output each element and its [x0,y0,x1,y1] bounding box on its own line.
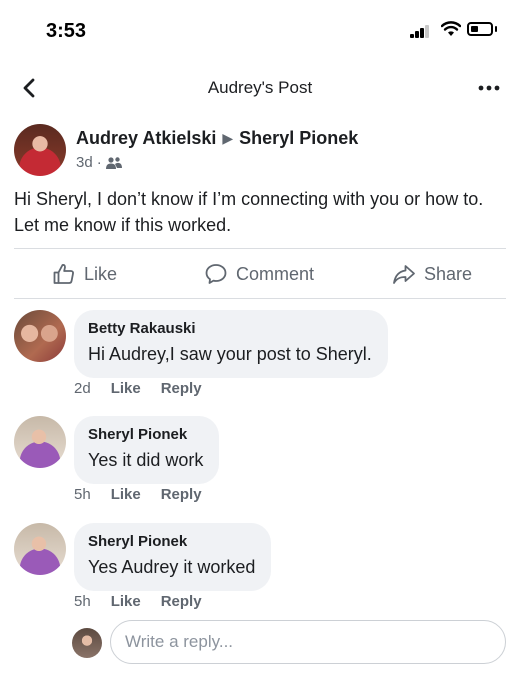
commenter-name[interactable]: Sheryl Pionek [88,533,255,551]
thumbs-up-icon [53,264,74,284]
comment-meta: 5h Like Reply [74,486,202,503]
comment-time[interactable]: 5h [74,593,91,610]
post-names: Audrey Atkielski ▶ Sheryl Pionek [76,128,358,149]
current-user-avatar [72,628,102,658]
reply-input[interactable] [110,620,506,664]
comment-reply-link[interactable]: Reply [161,380,202,397]
comment-text: Yes it did work [88,450,204,470]
comment-text: Yes Audrey it worked [88,557,256,577]
friends-icon [105,156,122,169]
post-text: Hi Sheryl, I don’t know if I’m connectin… [14,189,484,235]
comment-bubble-icon [205,264,227,284]
commenter-name[interactable]: Betty Rakauski [88,320,372,338]
commenter-name[interactable]: Sheryl Pionek [88,426,203,444]
comment-like-link[interactable]: Like [111,380,141,397]
page-title: Audrey's Post [207,78,313,97]
divider-top [14,248,506,249]
comment-meta: 2d Like Reply [74,380,202,397]
status-bar: 3:53 [0,0,520,58]
comment-reply-link[interactable]: Reply [161,486,202,503]
comment-label: Comment [236,263,315,284]
like-button[interactable]: Like [52,262,117,286]
comment-meta: 5h Like Reply [74,593,202,610]
share-label: Share [424,263,473,284]
comment-reply-link[interactable]: Reply [161,593,202,610]
post-nav-header: Audrey's Post [0,66,520,110]
post-time[interactable]: 3d [76,154,93,171]
recipient-name[interactable]: Sheryl Pionek [239,128,358,148]
divider-bottom [14,298,506,299]
like-label: Like [84,263,118,284]
post-actions: Like Comment Share [14,252,506,298]
commenter-avatar[interactable] [14,523,66,575]
author-avatar[interactable] [14,124,66,176]
comment-bubble[interactable]: Sheryl Pionek Yes Audrey it worked [74,523,272,591]
status-time: 3:53 [46,20,87,42]
arrow-right-icon: ▶ [222,130,234,146]
share-arrow-icon [393,265,415,284]
post-meta: 3d · [76,154,122,171]
comment-button[interactable]: Comment [204,262,314,286]
comment-bubble[interactable]: Sheryl Pionek Yes it did work [74,416,220,484]
comment-text: Hi Audrey,I saw your post to Sheryl. [88,344,372,364]
comment-time[interactable]: 5h [74,486,91,503]
battery-cap [495,26,497,32]
comment-like-link[interactable]: Like [111,486,141,503]
reply-bar [14,620,508,666]
author-name[interactable]: Audrey Atkielski [76,128,216,148]
comment-bubble[interactable]: Betty Rakauski Hi Audrey,I saw your post… [74,310,388,378]
battery-icon [467,22,493,36]
wifi-icon [441,21,461,36]
commenter-avatar[interactable] [14,310,66,362]
more-dots-icon[interactable] [476,76,502,100]
share-button[interactable]: Share [392,262,472,286]
commenter-avatar[interactable] [14,416,66,468]
post-header: Audrey Atkielski ▶ Sheryl Pionek 3d · [14,122,514,178]
signal-icon [410,24,432,38]
comment-like-link[interactable]: Like [111,593,141,610]
meta-separator: · [96,154,102,171]
comment-time[interactable]: 2d [74,380,91,397]
